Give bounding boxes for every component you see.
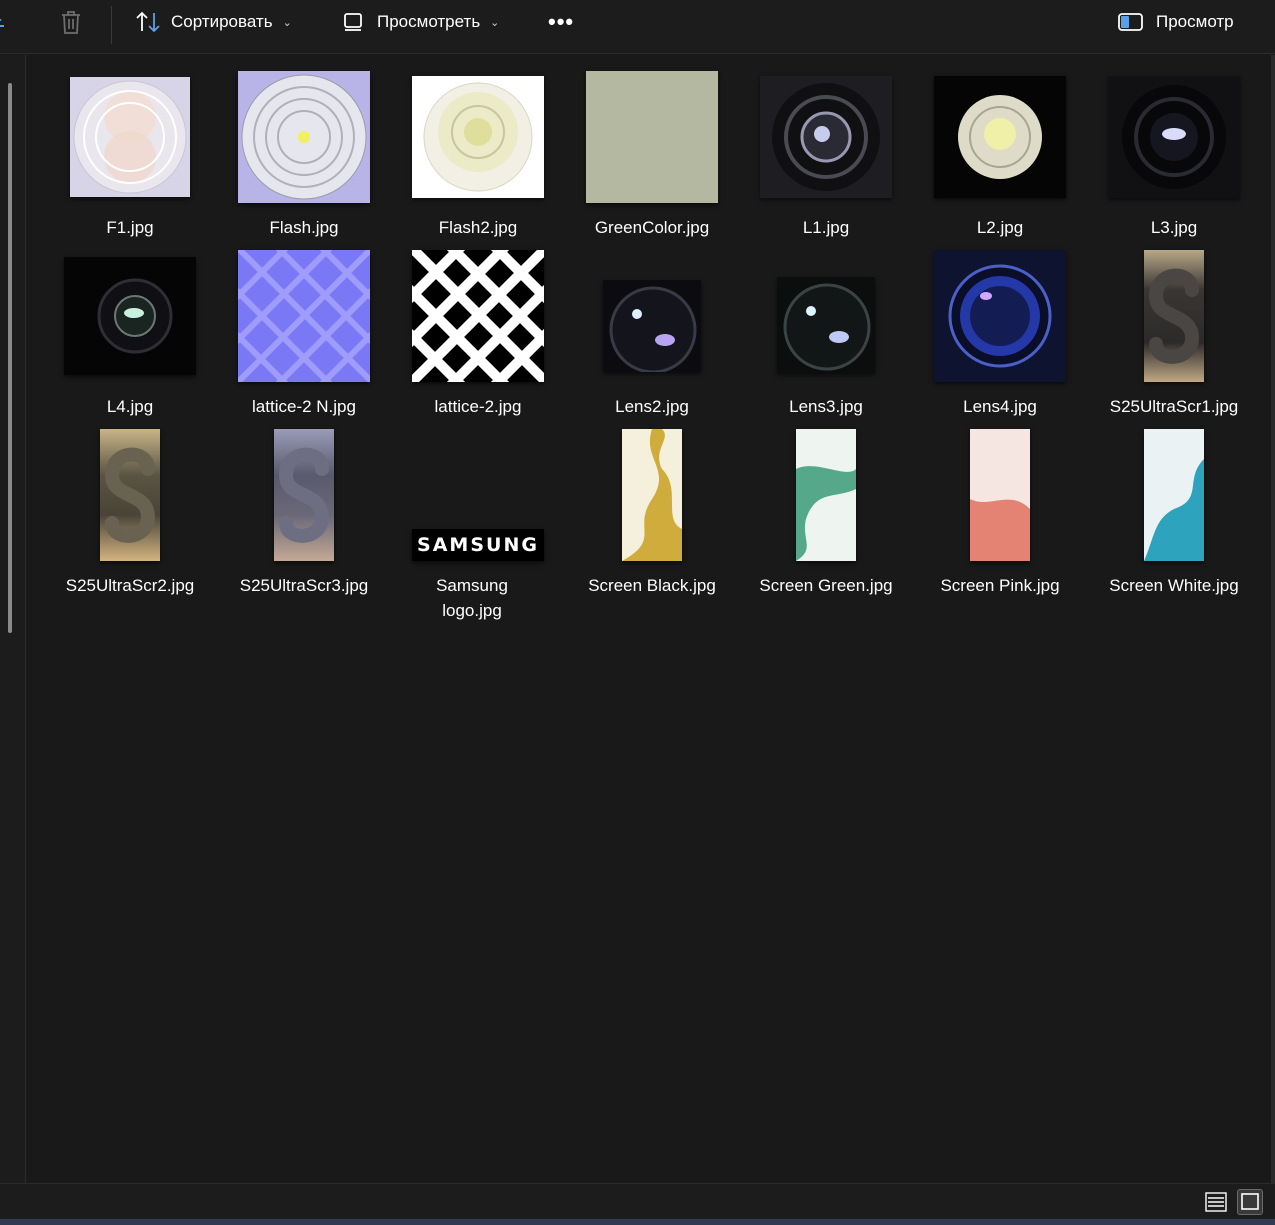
file-item[interactable]: SAMSUNG Samsung logo.jpg	[391, 420, 565, 620]
share-icon	[0, 10, 8, 34]
file-name: lattice-2 N.jpg	[252, 397, 356, 416]
file-thumbnail	[1144, 250, 1204, 382]
file-thumbnail	[777, 277, 875, 373]
file-name: F1.jpg	[106, 218, 154, 237]
trash-icon	[60, 9, 82, 35]
file-item[interactable]: lattice-2.jpg	[391, 241, 565, 420]
file-thumbnail	[586, 71, 718, 203]
file-item[interactable]: Flash2.jpg	[391, 62, 565, 241]
file-name: Screen Black.jpg	[588, 576, 716, 595]
file-thumbnail	[622, 429, 682, 561]
file-thumbnail	[1108, 76, 1240, 198]
preview-pane-button[interactable]: Просмотр	[1118, 0, 1234, 44]
file-item[interactable]: Flash.jpg	[217, 62, 391, 241]
toolbar-divider	[111, 6, 112, 44]
file-name: L2.jpg	[976, 218, 1024, 237]
file-item[interactable]: L4.jpg	[43, 241, 217, 420]
file-name: Screen Green.jpg	[759, 576, 893, 595]
window-bottom-edge	[0, 1219, 1275, 1225]
chevron-down-icon: ⌄	[490, 16, 500, 29]
file-grid: F1.jpg Flash.jpg Flash2.jpg GreenColor.j…	[43, 62, 1273, 1162]
file-item[interactable]: S25UltraScr3.jpg	[217, 420, 391, 599]
file-thumbnail	[238, 71, 370, 203]
preview-pane-icon	[1118, 12, 1144, 32]
preview-pane-label: Просмотр	[1156, 12, 1234, 31]
file-name: lattice-2.jpg	[434, 397, 522, 416]
view-button[interactable]: Просмотреть ⌄	[343, 0, 499, 44]
file-item[interactable]: L2.jpg	[913, 62, 1087, 241]
file-name: GreenColor.jpg	[594, 218, 710, 237]
file-name: Samsung logo.jpg	[436, 576, 508, 620]
file-thumbnail	[412, 76, 544, 198]
file-name: L4.jpg	[106, 397, 154, 416]
file-thumbnail	[603, 280, 701, 372]
large-icons-view-button[interactable]	[1237, 1189, 1263, 1215]
navigation-pane	[0, 55, 26, 1183]
file-thumbnail	[412, 250, 544, 382]
file-thumbnail	[934, 250, 1066, 382]
file-name: Lens3.jpg	[789, 397, 863, 416]
more-options-button[interactable]: •••	[548, 0, 574, 44]
file-item[interactable]: Screen White.jpg	[1087, 420, 1261, 599]
file-thumbnail	[100, 429, 160, 561]
more-icon: •••	[548, 9, 575, 34]
file-thumbnail	[64, 257, 196, 375]
details-view-button[interactable]	[1203, 1189, 1229, 1215]
file-name: Flash2.jpg	[438, 218, 518, 237]
file-name: S25UltraScr1.jpg	[1109, 397, 1239, 416]
file-thumbnail	[760, 76, 892, 198]
file-name: Lens2.jpg	[615, 397, 689, 416]
delete-button[interactable]	[60, 0, 82, 44]
file-item[interactable]: Lens3.jpg	[739, 241, 913, 420]
file-item[interactable]: Screen Pink.jpg	[913, 420, 1087, 599]
file-item[interactable]: lattice-2 N.jpg	[217, 241, 391, 420]
file-item[interactable]: S25UltraScr2.jpg	[43, 420, 217, 599]
file-item[interactable]: Screen Black.jpg	[565, 420, 739, 599]
file-item[interactable]: Screen Green.jpg	[739, 420, 913, 599]
file-thumbnail	[970, 429, 1030, 561]
file-item[interactable]: GreenColor.jpg	[565, 62, 739, 241]
file-thumbnail	[1144, 429, 1204, 561]
file-name: S25UltraScr2.jpg	[65, 576, 195, 595]
file-thumbnail	[796, 429, 856, 561]
file-item[interactable]: L1.jpg	[739, 62, 913, 241]
large-icons-view-icon	[1241, 1193, 1259, 1210]
file-name: S25UltraScr3.jpg	[239, 576, 369, 595]
file-name: Lens4.jpg	[963, 397, 1037, 416]
file-name: Flash.jpg	[269, 218, 339, 237]
view-label: Просмотреть	[377, 12, 481, 31]
file-thumbnail	[934, 76, 1066, 198]
file-thumbnail: SAMSUNG	[412, 529, 544, 561]
details-view-icon	[1205, 1192, 1227, 1212]
samsung-logo-image: SAMSUNG	[417, 534, 539, 556]
file-name: L3.jpg	[1150, 218, 1198, 237]
file-name: Screen White.jpg	[1109, 576, 1239, 595]
file-item[interactable]: L3.jpg	[1087, 62, 1261, 241]
file-item[interactable]: Lens2.jpg	[565, 241, 739, 420]
file-thumbnail	[274, 429, 334, 561]
file-item[interactable]: Lens4.jpg	[913, 241, 1087, 420]
file-thumbnail	[238, 250, 370, 382]
navigation-scrollbar[interactable]	[8, 83, 12, 633]
view-icon	[343, 12, 363, 32]
file-name: Screen Pink.jpg	[940, 576, 1060, 595]
sort-button[interactable]: Сортировать ⌄	[135, 0, 292, 44]
sort-icon	[135, 10, 161, 34]
file-name: L1.jpg	[802, 218, 850, 237]
chevron-down-icon: ⌄	[282, 16, 292, 29]
file-item[interactable]: S25UltraScr1.jpg	[1087, 241, 1261, 420]
file-item[interactable]: F1.jpg	[43, 62, 217, 241]
sort-label: Сортировать	[171, 12, 273, 31]
command-bar: Сортировать ⌄ Просмотреть ⌄ ••• Просмотр	[0, 0, 1275, 54]
share-button[interactable]	[0, 0, 8, 44]
file-thumbnail	[70, 77, 190, 197]
